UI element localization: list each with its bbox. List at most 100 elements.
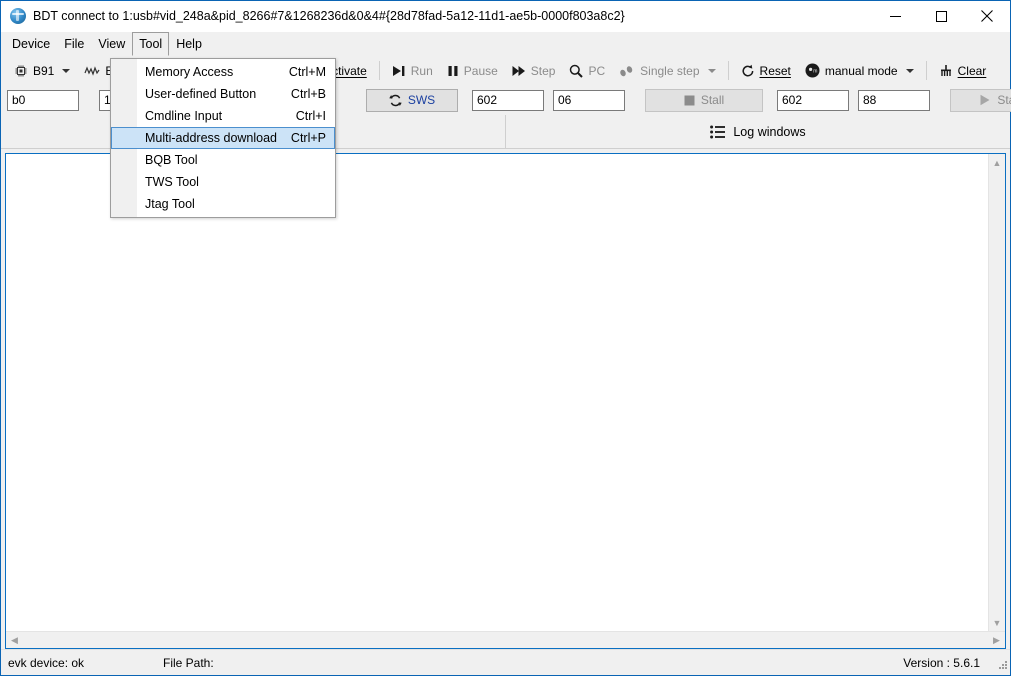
menu-help[interactable]: Help (169, 32, 209, 56)
chip-selector[interactable]: B91 (7, 59, 77, 82)
menu-item-shortcut: Ctrl+P (290, 131, 326, 145)
menu-tool[interactable]: Tool (132, 32, 170, 56)
run-button[interactable]: Run (385, 59, 440, 82)
tool-dropdown-menu: Memory Access Ctrl+M User-defined Button… (110, 58, 336, 218)
horizontal-scrollbar[interactable]: ◀ ▶ (6, 631, 1005, 648)
single-step-label: Single step (640, 63, 700, 78)
chip-icon (15, 65, 27, 76)
sws-label: SWS (407, 93, 436, 107)
step-label: Step (530, 63, 556, 78)
pause-icon (448, 65, 458, 76)
tab-log-windows[interactable]: Log windows (506, 115, 1010, 148)
magnifier-icon (570, 64, 584, 78)
window-title: BDT connect to 1:usb#vid_248a&pid_8266#7… (33, 9, 625, 23)
bdt-globe-icon (10, 8, 26, 24)
status-version: Version : 5.6.1 (903, 655, 980, 670)
menu-item-label: BQB Tool (145, 153, 198, 167)
chip-label: B91 (33, 63, 55, 78)
toolbar-separator (378, 61, 380, 80)
field-b0-input[interactable] (7, 89, 79, 111)
menu-item-memory-access[interactable]: Memory Access Ctrl+M (111, 61, 335, 83)
debug-output-canvas[interactable] (6, 154, 988, 631)
pc-label: PC (588, 63, 606, 78)
chevron-right-icon[interactable]: ▶ (988, 632, 1005, 649)
menu-item-label: Memory Access (145, 65, 234, 79)
mode-label: manual mode (824, 63, 898, 78)
reset-button[interactable]: Reset (734, 59, 798, 82)
menu-item-user-defined-button[interactable]: User-defined Button Ctrl+B (111, 83, 335, 105)
svg-text:m: m (813, 69, 817, 75)
clear-label: Clear (957, 63, 987, 78)
refresh-icon (389, 94, 402, 106)
waveform-icon (84, 65, 100, 76)
debug-output-panel: ▲ ▼ ◀ ▶ (5, 153, 1006, 649)
play-icon (392, 65, 405, 76)
list-icon (710, 125, 726, 138)
stop-icon (684, 95, 695, 105)
title-bar: BDT connect to 1:usb#vid_248a&pid_8266#7… (1, 0, 1010, 32)
menu-device[interactable]: Device (5, 32, 57, 56)
menu-item-bqb-tool[interactable]: BQB Tool (111, 149, 335, 171)
menu-item-label: Cmdline Input (145, 109, 223, 123)
menu-view[interactable]: View (91, 32, 132, 56)
toolbar-separator (925, 61, 927, 80)
menu-item-shortcut: Ctrl+I (295, 109, 326, 123)
field-06-input[interactable] (553, 89, 625, 111)
content-area: ▲ ▼ ◀ ▶ (1, 149, 1010, 649)
maximize-icon[interactable] (918, 0, 964, 32)
menu-item-jtag-tool[interactable]: Jtag Tool (111, 193, 335, 215)
chevron-down-icon[interactable] (62, 68, 71, 73)
menu-item-shortcut: Ctrl+B (290, 87, 326, 101)
close-icon[interactable] (964, 0, 1010, 32)
resize-grip-icon[interactable] (994, 656, 1008, 670)
step-button[interactable]: Step (505, 59, 563, 82)
pc-button[interactable]: PC (562, 59, 612, 82)
menu-bar: Device File View Tool Help (1, 32, 1010, 56)
menu-item-tws-tool[interactable]: TWS Tool (111, 171, 335, 193)
tab-log-windows-label: Log windows (733, 124, 806, 139)
status-file-path: File Path: (163, 655, 214, 670)
chevron-down-icon[interactable]: ▼ (989, 614, 1006, 631)
menu-item-cmdline-input[interactable]: Cmdline Input Ctrl+I (111, 105, 335, 127)
minimize-icon[interactable] (872, 0, 918, 32)
menu-item-shortcut: Ctrl+M (288, 65, 326, 79)
menu-item-label: TWS Tool (145, 175, 199, 189)
application-window: BDT connect to 1:usb#vid_248a&pid_8266#7… (0, 0, 1011, 676)
chevron-down-icon[interactable] (905, 68, 914, 73)
clear-icon (940, 64, 951, 76)
stall-button[interactable]: Stall (645, 88, 763, 112)
pause-button[interactable]: Pause (440, 59, 505, 82)
field-602-b-input[interactable] (777, 89, 849, 111)
sws-button[interactable]: SWS (366, 88, 458, 112)
play-icon (980, 94, 990, 106)
clear-button[interactable]: Clear (932, 59, 994, 82)
chevron-up-icon[interactable]: ▲ (989, 154, 1006, 171)
stall-label: Stall (700, 93, 725, 107)
window-controls (872, 0, 1010, 32)
reset-icon (742, 64, 753, 76)
footsteps-icon (620, 65, 633, 76)
status-device: evk device: ok (8, 655, 85, 670)
start-button[interactable]: Start (950, 88, 1011, 112)
mode-selector[interactable]: m manual mode (798, 59, 921, 82)
menu-item-label: Jtag Tool (145, 197, 195, 211)
debug-output-body: ▲ ▼ (6, 154, 1005, 631)
field-602-a-input[interactable] (472, 89, 544, 111)
menu-item-label: User-defined Button (145, 87, 257, 101)
pause-label: Pause (463, 63, 498, 78)
menu-item-label: Multi-address download (145, 131, 278, 145)
toolbar-separator (727, 61, 729, 80)
menu-file[interactable]: File (57, 32, 91, 56)
single-step-button[interactable]: Single step (612, 59, 722, 82)
status-bar: evk device: ok File Path: Version : 5.6.… (1, 649, 1010, 675)
menu-item-multi-address-download[interactable]: Multi-address download Ctrl+P (111, 127, 335, 149)
run-label: Run (410, 63, 433, 78)
chevron-down-icon[interactable] (707, 68, 716, 73)
field-88-input[interactable] (858, 89, 930, 111)
vertical-scrollbar[interactable]: ▲ ▼ (988, 154, 1005, 631)
chevron-left-icon[interactable]: ◀ (6, 632, 23, 649)
step-icon (512, 65, 525, 76)
reset-label: Reset (759, 63, 791, 78)
start-label: Start (997, 93, 1011, 107)
mode-icon: m (805, 63, 820, 78)
